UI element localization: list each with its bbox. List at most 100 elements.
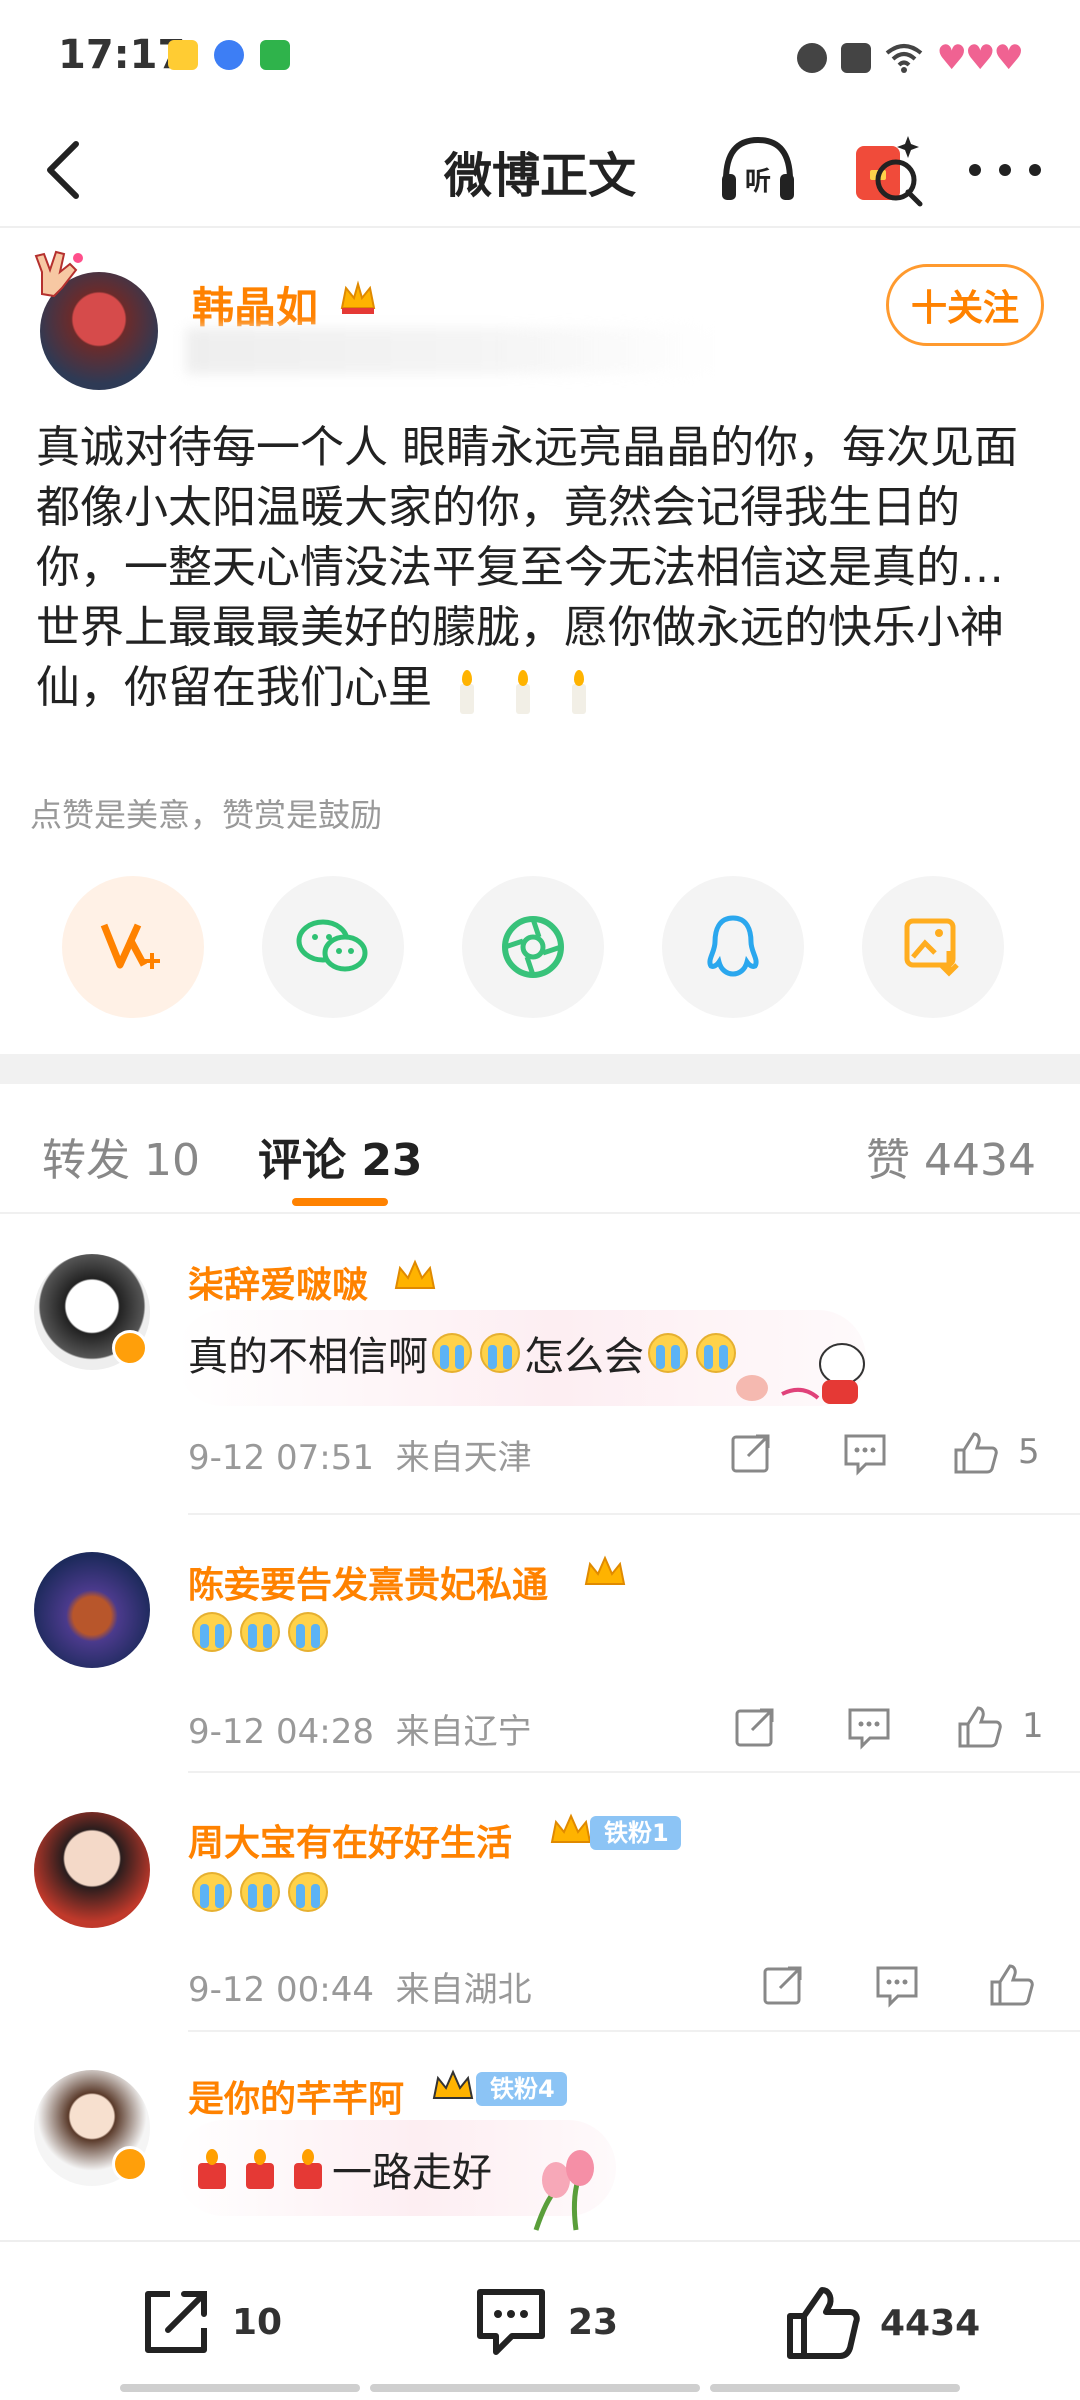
comment-author[interactable]: 周大宝有在好好生活 (188, 1814, 512, 1866)
like-count: 5 (1018, 1432, 1040, 1472)
crown-badge-icon (394, 1259, 436, 1289)
divider (188, 1513, 1080, 1515)
baidu-icon (214, 40, 244, 70)
weibo-icon (168, 40, 198, 70)
candle-icon (566, 670, 590, 714)
comment-meta: 9-12 04:28 来自辽宁 (188, 1704, 532, 1753)
save-image-share-button[interactable] (862, 876, 1004, 1018)
crying-emoji-icon (192, 1612, 232, 1652)
wechat-icon (296, 919, 368, 972)
comment-button[interactable]: 23 (472, 2284, 618, 2360)
moments-share-button[interactable] (462, 876, 604, 1018)
reward-hint: 点赞是美意，赞赏是鼓励 (30, 796, 383, 834)
more-icon[interactable] (960, 150, 1050, 190)
section-divider (0, 1054, 1080, 1084)
like-thumb-icon[interactable] (988, 1962, 1034, 2008)
tab-likes[interactable]: 赞 4434 (866, 1124, 1036, 1188)
crown-badge-icon (550, 1813, 592, 1843)
game-icon (260, 40, 290, 70)
comment-author[interactable]: 柒辞爱啵啵 (188, 1256, 368, 1308)
crying-emoji-icon (240, 1872, 280, 1912)
tab-comments[interactable]: 评论 23 (258, 1124, 423, 1188)
fan-level-badge: 铁粉4 (476, 2072, 567, 2106)
crying-emoji-icon (288, 1612, 328, 1652)
save-image-icon (904, 918, 959, 977)
comment-item: 周大宝有在好好生活 铁粉1 9-12 00:44 来自湖北 (0, 1790, 1080, 2040)
active-tab-indicator (292, 1198, 388, 1206)
comment-text: 真的不相信啊 怎么会 (188, 1324, 740, 1382)
nfc-off-icon (840, 43, 871, 73)
bottom-action-bar: 10 23 4434 (0, 2240, 1080, 2400)
qq-icon (707, 915, 759, 977)
candle-emojis (438, 660, 606, 720)
comment-text-part: 真的不相信啊 (188, 1334, 428, 1380)
comment-location: 来自湖北 (395, 1970, 532, 2010)
like-thumb-icon (787, 2287, 860, 2359)
qq-share-button[interactable] (662, 876, 804, 1018)
reply-icon[interactable] (842, 1430, 888, 1476)
wifi-icon (885, 44, 922, 73)
author-avatar[interactable] (28, 248, 168, 398)
status-bar: 17:17 ♥♥♥ (0, 0, 1080, 110)
comment-meta: 9-12 00:44 来自湖北 (188, 1962, 532, 2011)
candle-icon (454, 670, 478, 714)
wechat-share-button[interactable] (262, 876, 404, 1018)
repost-icon[interactable] (760, 1962, 806, 2008)
repost-count: 10 (232, 2301, 283, 2343)
comment-text: 一路走好 (188, 2140, 492, 2198)
red-candle-emoji-icon (194, 2149, 230, 2189)
crying-emoji-icon (480, 1333, 520, 1373)
verified-badge-icon (112, 2146, 148, 2182)
comment-item: 是你的芊芊阿 铁粉4 一路走好 (0, 2050, 1080, 2240)
crying-emoji-icon (648, 1333, 688, 1373)
comment-author[interactable]: 陈妾要告发熹贵妃私通 (188, 1556, 548, 1608)
comment-author[interactable]: 是你的芊芊阿 (188, 2070, 404, 2122)
sticker-pig-icon (736, 1343, 865, 1404)
crown-badge-icon (432, 2069, 474, 2099)
follow-button[interactable]: 十关注 (886, 264, 1044, 346)
crown-badge-icon (584, 1555, 626, 1585)
comment-meta: 9-12 07:51 来自天津 (188, 1430, 532, 1479)
status-right-icons: ♥♥♥ (796, 38, 1024, 78)
post-body: 真诚对待每一个人 眼睛永远亮晶晶的你，每次见面都像小太阳温暖大家的你，竟然会记得… (36, 418, 1046, 720)
status-time: 17:17 (58, 32, 186, 78)
like-thumb-icon[interactable] (952, 1430, 998, 1476)
listen-headphones-icon[interactable]: 听 (716, 128, 800, 212)
repost-icon[interactable] (732, 1704, 778, 1750)
comment-text (188, 1612, 332, 1652)
comment-location: 来自辽宁 (395, 1712, 532, 1752)
home-indicator (710, 2384, 960, 2392)
red-candle-emoji-icon (290, 2149, 326, 2189)
vplus-share-button[interactable] (62, 876, 204, 1018)
like-count: 4434 (880, 2302, 981, 2344)
comment-icon (477, 2289, 545, 2355)
repost-icon[interactable] (728, 1430, 774, 1476)
red-packet-search-icon[interactable] (846, 128, 926, 212)
crying-emoji-icon (192, 1872, 232, 1912)
author-name[interactable]: 韩晶如 (192, 274, 318, 335)
fan-level-badge: 铁粉1 (590, 1816, 681, 1850)
tab-reposts[interactable]: 转发 10 (42, 1124, 200, 1188)
author-info-blurred (186, 328, 716, 374)
comment-item: 柒辞爱啵啵 真的不相信啊 怎么会 9-12 07:51 来自天津 5 (0, 1244, 1080, 1514)
crying-emoji-icon (432, 1333, 472, 1373)
reply-icon[interactable] (846, 1704, 892, 1750)
home-indicator (370, 2384, 700, 2392)
repost-button[interactable]: 10 (138, 2284, 282, 2360)
crown-badge-icon (340, 280, 376, 314)
avatar[interactable] (34, 1812, 150, 1928)
repost-icon (145, 2291, 207, 2353)
tabs-bar: 转发 10 评论 23 赞 4434 (0, 1084, 1080, 1214)
like-count: 1 (1022, 1706, 1044, 1746)
like-button[interactable]: 4434 (784, 2284, 980, 2362)
avatar[interactable] (34, 1552, 150, 1668)
divider (188, 2030, 1080, 2032)
comment-item: 陈妾要告发熹贵妃私通 9-12 04:28 来自辽宁 1 (0, 1530, 1080, 1780)
comment-text-part: 一路走好 (332, 2150, 492, 2196)
moments-icon (502, 916, 564, 978)
vplus-icon (100, 923, 160, 969)
verified-badge-icon (112, 1330, 148, 1366)
comment-text (188, 1872, 332, 1912)
reply-icon[interactable] (874, 1962, 920, 2008)
like-thumb-icon[interactable] (956, 1704, 1002, 1750)
